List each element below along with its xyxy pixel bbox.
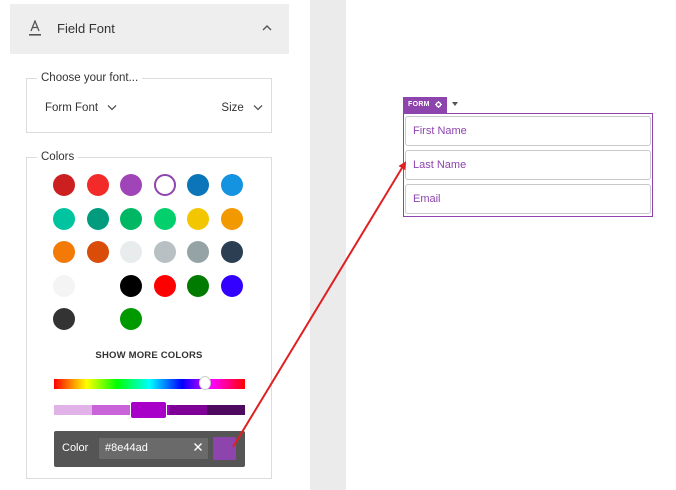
chevron-up-icon[interactable] bbox=[261, 24, 273, 32]
color-swatch[interactable] bbox=[53, 174, 75, 196]
shade-segment[interactable] bbox=[206, 405, 246, 415]
color-swatch[interactable] bbox=[53, 241, 75, 263]
shade-segment[interactable] bbox=[54, 405, 93, 415]
font-group: Choose your font... Form Font Size bbox=[26, 71, 272, 133]
text-color-icon bbox=[29, 20, 41, 36]
color-swatch[interactable] bbox=[187, 241, 209, 263]
close-icon[interactable] bbox=[192, 441, 204, 453]
color-swatch[interactable] bbox=[153, 174, 176, 196]
color-swatch[interactable] bbox=[120, 274, 142, 297]
color-swatch[interactable] bbox=[220, 207, 243, 230]
chevron-down-icon bbox=[253, 105, 263, 111]
panel-divider bbox=[310, 0, 346, 490]
section-title: Field Font bbox=[57, 21, 115, 36]
shade-slider-handle[interactable] bbox=[130, 401, 167, 419]
shade-segment[interactable] bbox=[168, 405, 207, 415]
font-size-select[interactable]: Size bbox=[221, 102, 263, 114]
last-name-field[interactable]: Last Name bbox=[405, 150, 651, 180]
font-group-label: Choose your font... bbox=[37, 71, 143, 85]
show-more-colors-button[interactable]: SHOW MORE COLORS bbox=[27, 350, 271, 361]
color-swatch[interactable] bbox=[86, 207, 109, 230]
colors-group: Colors SHOW MORE COLORS Color #8e44ad bbox=[26, 150, 272, 479]
form-container: First Name Last Name Email bbox=[403, 113, 653, 217]
color-swatch[interactable] bbox=[120, 207, 142, 230]
color-swatch[interactable] bbox=[187, 207, 209, 230]
color-input-bar: Color #8e44ad bbox=[54, 431, 245, 467]
color-swatch[interactable] bbox=[86, 174, 109, 196]
form-tab-label: FORM bbox=[408, 101, 430, 108]
color-swatch[interactable] bbox=[187, 174, 209, 196]
hue-slider[interactable] bbox=[54, 379, 245, 389]
font-size-value: Size bbox=[221, 102, 244, 114]
color-swatch[interactable] bbox=[220, 274, 243, 297]
color-swatch[interactable] bbox=[220, 241, 243, 263]
color-swatch[interactable] bbox=[153, 241, 176, 263]
color-swatch[interactable] bbox=[220, 174, 243, 196]
color-swatch[interactable] bbox=[153, 207, 176, 230]
color-swatch[interactable] bbox=[120, 241, 142, 263]
color-preview-swatch[interactable] bbox=[213, 437, 236, 460]
form-tab[interactable]: FORM bbox=[403, 97, 448, 113]
colors-group-label: Colors bbox=[37, 150, 79, 164]
field-font-section-header[interactable]: Field Font bbox=[10, 4, 289, 54]
color-swatch[interactable] bbox=[53, 207, 75, 230]
chevron-down-icon bbox=[107, 105, 117, 111]
settings-panel: Field Font Choose your font... Form Font… bbox=[0, 0, 298, 490]
font-family-select[interactable]: Form Font bbox=[45, 102, 117, 114]
email-field[interactable]: Email bbox=[405, 184, 651, 214]
color-swatch[interactable] bbox=[120, 174, 142, 196]
gear-icon bbox=[435, 100, 443, 108]
color-swatch[interactable] bbox=[53, 274, 75, 297]
color-swatch[interactable] bbox=[187, 274, 209, 297]
color-label: Color bbox=[62, 442, 89, 454]
hue-slider-handle[interactable] bbox=[199, 376, 211, 390]
color-swatch[interactable] bbox=[120, 308, 142, 330]
shade-segment[interactable] bbox=[92, 405, 131, 415]
first-name-field[interactable]: First Name bbox=[405, 116, 651, 146]
color-swatch[interactable] bbox=[86, 241, 109, 263]
caret-down-icon[interactable] bbox=[451, 101, 459, 107]
font-family-value: Form Font bbox=[45, 102, 99, 114]
color-swatch[interactable] bbox=[153, 274, 176, 297]
color-swatch[interactable] bbox=[53, 308, 75, 330]
